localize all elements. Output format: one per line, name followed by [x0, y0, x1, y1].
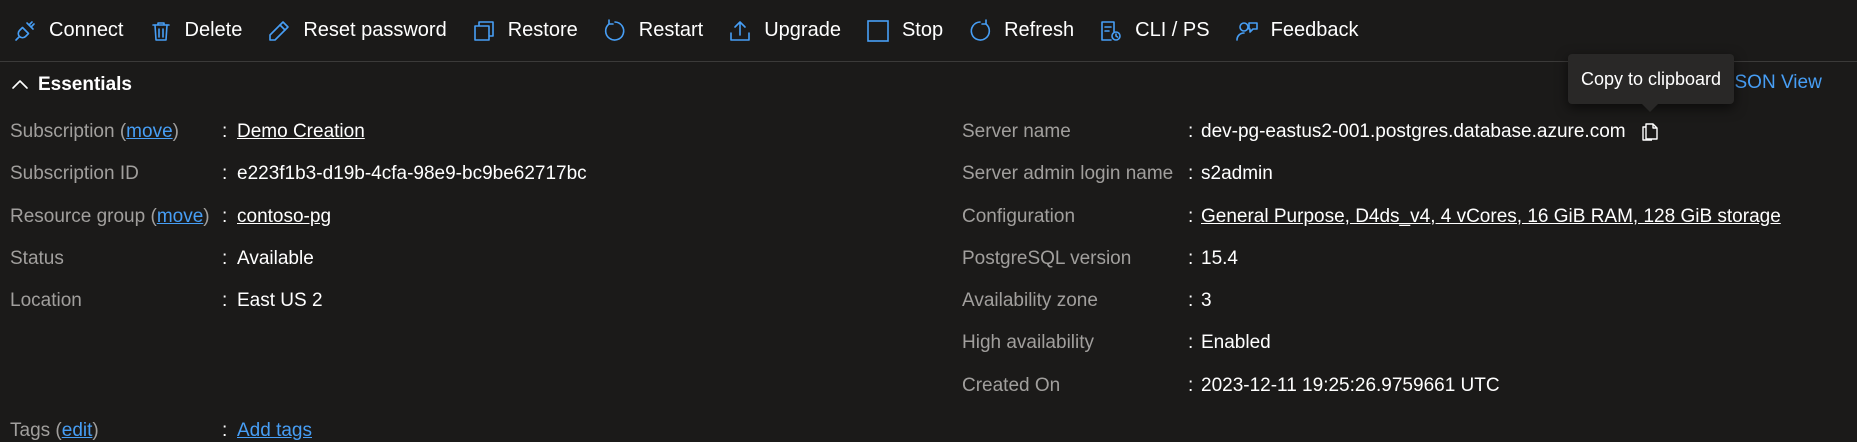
created-on-label: Created On [962, 374, 1061, 396]
created-on-value: 2023-12-11 19:25:26.9759661 UTC [1201, 374, 1500, 396]
subscription-move-link[interactable]: move [126, 121, 172, 142]
restore-button[interactable]: Restore [459, 11, 590, 51]
separator: : [222, 205, 228, 227]
reset-password-label: Reset password [303, 19, 447, 41]
separator: : [1188, 121, 1194, 142]
restart-icon [604, 18, 625, 41]
configuration-label: Configuration [962, 205, 1076, 227]
chevron-up-icon [12, 80, 28, 89]
json-view-link[interactable]: JSON View [1725, 72, 1822, 94]
subscription-value-link[interactable]: Demo Creation [237, 121, 365, 143]
plug-icon [15, 20, 35, 41]
resource-group-key: Resource group (move) [10, 205, 210, 227]
delete-button[interactable]: Delete [136, 11, 255, 51]
essentials-title: Essentials [38, 74, 132, 95]
separator: : [1188, 163, 1194, 185]
admin-login-value: s2admin [1201, 163, 1273, 185]
restart-button[interactable]: Restart [590, 11, 715, 51]
location-value: East US 2 [237, 290, 323, 312]
separator: : [1188, 332, 1194, 354]
tags-edit-link[interactable]: edit [62, 420, 93, 441]
cli-icon [1101, 20, 1121, 41]
stop-label: Stop [901, 19, 944, 41]
separator: : [222, 420, 228, 441]
connect-button[interactable]: Connect [0, 11, 136, 51]
subscription-id-value: e223f1b3-d19b-4cfa-98e9-bc9be62717bc [237, 163, 587, 185]
upload-icon [730, 20, 751, 41]
separator: : [1188, 374, 1194, 396]
refresh-icon [970, 18, 991, 41]
cli-ps-label: CLI / PS [1135, 19, 1210, 41]
essentials-toggle[interactable]: Essentials [10, 70, 132, 100]
availability-zone-label: Availability zone [962, 290, 1098, 312]
configuration-value-link[interactable]: General Purpose, D4ds_v4, 4 vCores, 16 G… [1201, 206, 1781, 228]
feedback-button[interactable]: Feedback [1222, 11, 1371, 51]
separator: : [222, 247, 228, 269]
upgrade-label: Upgrade [764, 19, 841, 41]
subscription-label: Subscription [10, 121, 115, 142]
feedback-label: Feedback [1270, 19, 1359, 41]
postgres-version-label: PostgreSQL version [962, 247, 1132, 269]
separator: : [1188, 247, 1194, 269]
command-bar: Connect Delete Reset password Restore Re… [0, 0, 1857, 62]
location-label: Location [10, 290, 82, 312]
separator: : [222, 163, 228, 185]
feedback-icon [1235, 21, 1258, 41]
tags-label: Tags [10, 420, 51, 441]
availability-zone-value: 3 [1201, 290, 1212, 312]
resource-group-move-link[interactable]: move [157, 206, 203, 227]
trash-icon [151, 21, 170, 41]
resource-group-value-link[interactable]: contoso-pg [237, 206, 331, 228]
refresh-button[interactable]: Refresh [955, 11, 1086, 51]
server-name-value-wrap: dev-pg-eastus2-001.postgres.database.azu… [1201, 121, 1661, 143]
pencil-icon [269, 20, 290, 41]
high-availability-value: Enabled [1201, 332, 1271, 354]
status-value: Available [237, 247, 314, 269]
copy-tooltip: Copy to clipboard [1568, 54, 1734, 112]
postgres-version-value: 15.4 [1201, 247, 1238, 269]
high-availability-label: High availability [962, 332, 1095, 354]
subscription-id-label: Subscription ID [10, 163, 139, 185]
admin-login-label: Server admin login name [962, 163, 1174, 185]
reset-password-button[interactable]: Reset password [254, 11, 458, 51]
connect-label: Connect [49, 19, 124, 41]
add-tags-link[interactable]: Add tags [237, 420, 312, 442]
subscription-key: Subscription (move) [10, 121, 179, 142]
restart-label: Restart [638, 19, 704, 41]
copy-icon[interactable] [1639, 121, 1661, 143]
restore-label: Restore [507, 19, 578, 41]
status-label: Status [10, 247, 64, 269]
separator: : [1188, 205, 1194, 227]
stop-button[interactable]: Stop [853, 11, 955, 51]
separator: : [222, 121, 228, 142]
stop-icon [867, 19, 889, 42]
refresh-label: Refresh [1004, 19, 1075, 41]
separator: : [1188, 290, 1194, 312]
separator: : [222, 290, 228, 312]
restore-icon [473, 20, 494, 41]
upgrade-button[interactable]: Upgrade [715, 11, 853, 51]
server-name-label: Server name [962, 121, 1071, 142]
resource-group-label: Resource group [10, 205, 146, 227]
tags-key: Tags (edit) [10, 420, 99, 441]
tags-row: Tags (edit) : Add tags [10, 420, 312, 442]
server-name-value: dev-pg-eastus2-001.postgres.database.azu… [1201, 121, 1626, 143]
cli-ps-button[interactable]: CLI / PS [1086, 11, 1221, 51]
delete-label: Delete [184, 19, 243, 41]
